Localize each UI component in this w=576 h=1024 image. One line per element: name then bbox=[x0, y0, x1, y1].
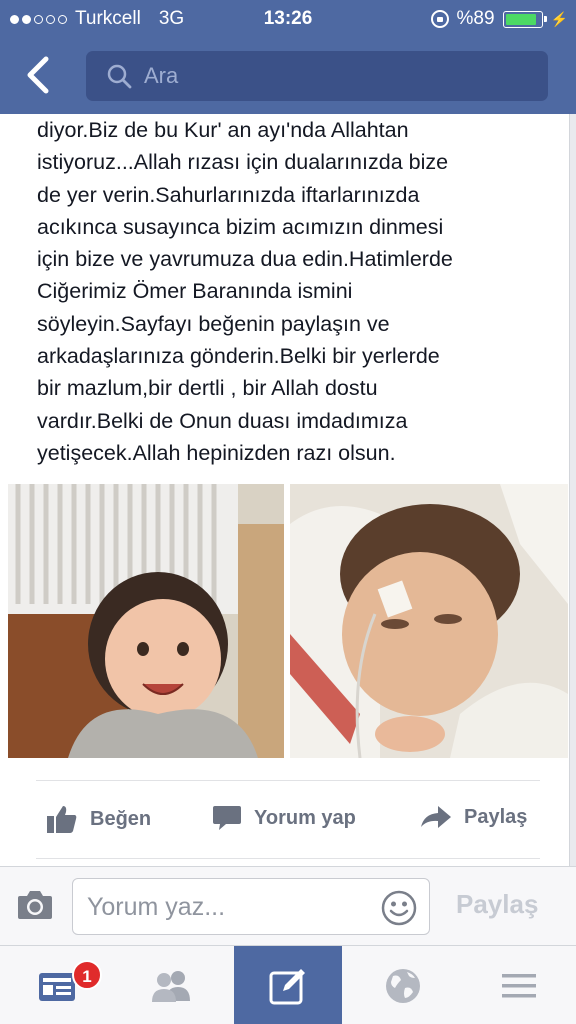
post-photo-1[interactable] bbox=[8, 484, 284, 758]
post-photo-2[interactable] bbox=[290, 484, 568, 758]
smiley-icon bbox=[381, 890, 417, 926]
tab-news-feed[interactable]: 1 bbox=[0, 946, 114, 1024]
search-icon bbox=[107, 64, 132, 89]
divider bbox=[36, 780, 540, 781]
search-input[interactable] bbox=[144, 63, 504, 89]
rotation-lock-icon bbox=[430, 10, 449, 28]
share-label: Paylaş bbox=[464, 805, 528, 828]
post-comment-button[interactable]: Paylaş bbox=[456, 889, 538, 920]
compose-icon bbox=[269, 968, 305, 1004]
emoji-button[interactable] bbox=[381, 890, 417, 926]
like-label: Beğen bbox=[90, 807, 152, 830]
back-button[interactable] bbox=[22, 55, 56, 95]
tab-compose[interactable] bbox=[234, 946, 342, 1024]
comment-input[interactable] bbox=[87, 891, 367, 923]
top-navigation-bar: Turkcell 3G 13:26 %89 ⚡ bbox=[0, 0, 576, 114]
child-smiling-photo bbox=[8, 484, 284, 758]
thumbs-up-icon bbox=[47, 806, 77, 833]
comment-input-box[interactable] bbox=[72, 878, 430, 935]
menu-icon bbox=[502, 973, 536, 997]
child-hospital-photo bbox=[290, 484, 568, 758]
tab-menu[interactable] bbox=[462, 946, 576, 1024]
tab-bar: 1 bbox=[0, 945, 576, 1024]
share-arrow-icon bbox=[421, 806, 451, 828]
post-text: diyor.Biz de bu Kur' an ayı'nda Allahtan… bbox=[37, 118, 453, 465]
friends-icon bbox=[152, 970, 190, 1002]
news-feed-icon bbox=[39, 972, 75, 1001]
post-card: diyor.Biz de bu Kur' an ayı'nda Allahtan… bbox=[0, 114, 570, 866]
comment-label: Yorum yap bbox=[254, 806, 356, 829]
battery-icon bbox=[502, 10, 547, 28]
like-button[interactable]: Beğen bbox=[46, 804, 151, 834]
comment-bar: Paylaş bbox=[0, 866, 576, 945]
notification-badge: 1 bbox=[72, 960, 102, 990]
camera-button[interactable] bbox=[16, 889, 54, 923]
share-button[interactable]: Paylaş bbox=[420, 804, 527, 830]
charging-icon: ⚡ bbox=[550, 10, 568, 27]
status-bar: Turkcell 3G 13:26 %89 ⚡ bbox=[0, 0, 576, 38]
battery-level bbox=[505, 13, 536, 25]
divider bbox=[36, 858, 540, 859]
post-actions: Beğen Yorum yap Paylaş bbox=[0, 790, 569, 850]
battery-percent: %89 bbox=[456, 8, 495, 29]
camera-icon bbox=[18, 891, 52, 919]
tab-notifications[interactable] bbox=[346, 946, 460, 1024]
globe-icon bbox=[386, 968, 420, 1003]
tab-friends[interactable] bbox=[114, 946, 228, 1024]
comment-icon bbox=[213, 806, 241, 830]
search-bar[interactable] bbox=[86, 51, 548, 101]
comment-button[interactable]: Yorum yap bbox=[212, 804, 356, 832]
chevron-left-icon bbox=[27, 56, 49, 94]
